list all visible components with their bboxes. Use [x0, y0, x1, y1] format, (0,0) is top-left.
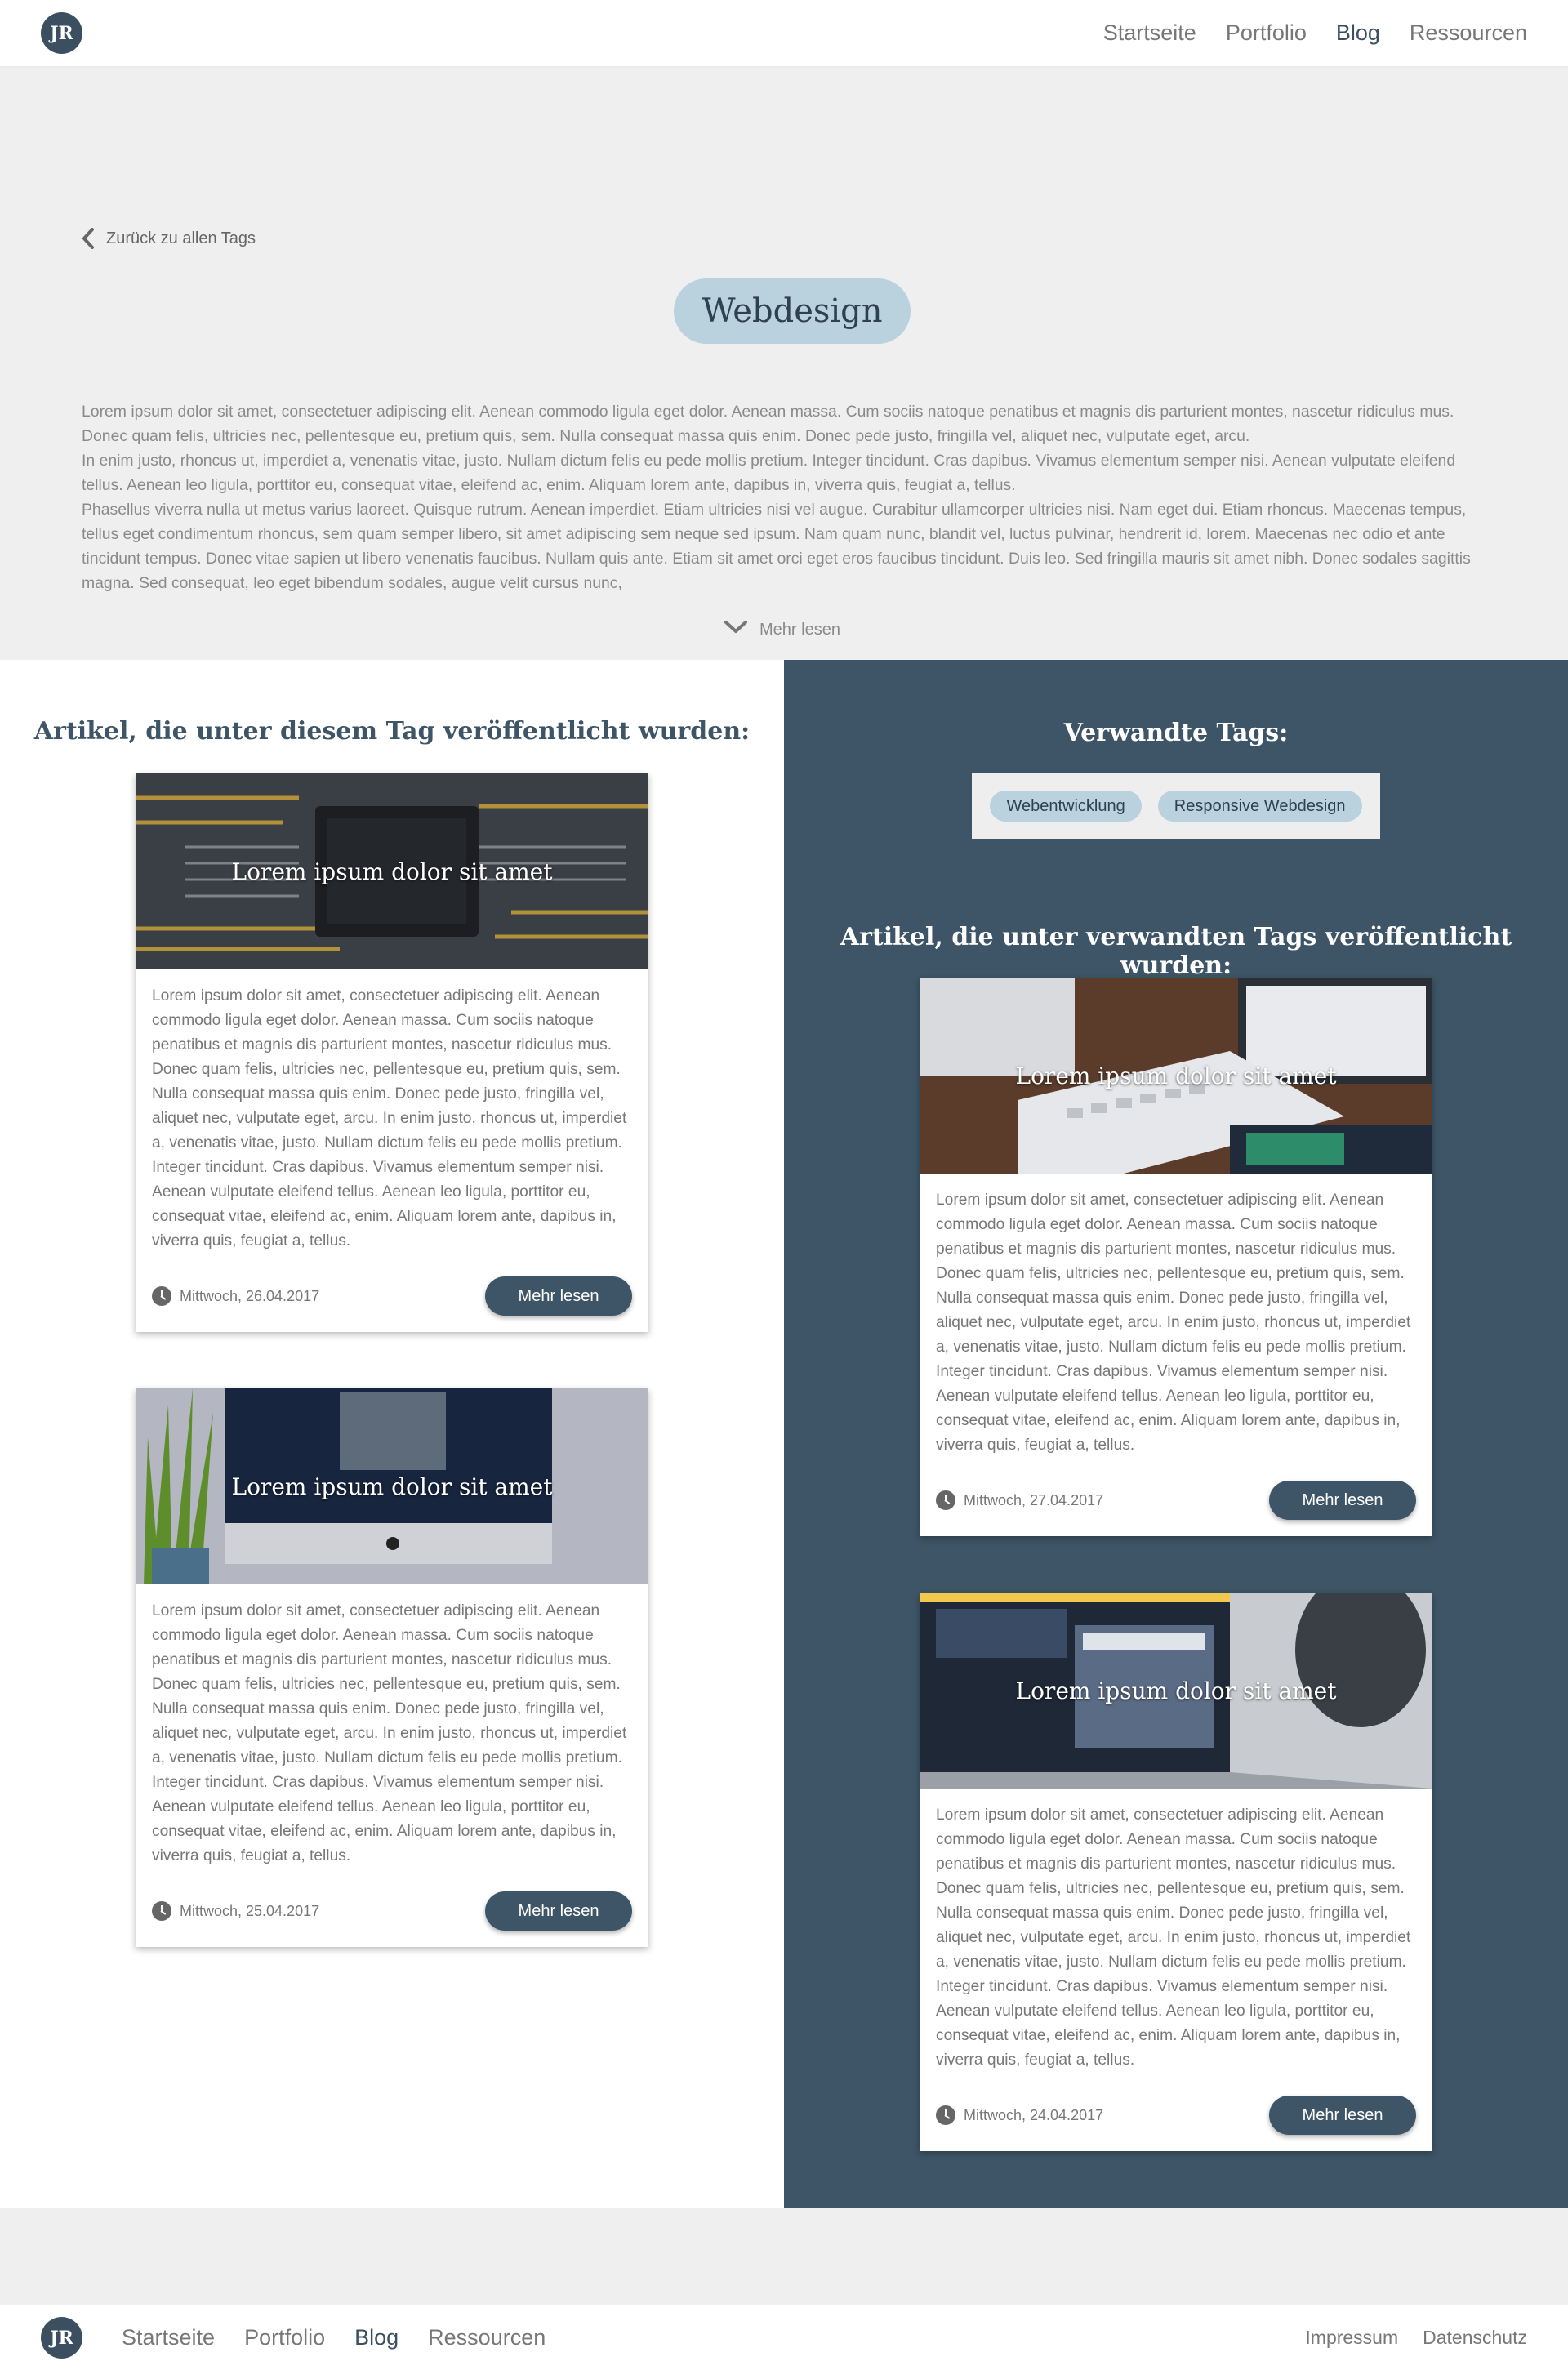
- article-date-text: Mittwoch, 24.04.2017: [964, 2106, 1104, 2123]
- nav-ressourcen[interactable]: Ressourcen: [1410, 20, 1527, 46]
- footer-nav-portfolio[interactable]: Portfolio: [244, 2325, 325, 2350]
- description-paragraph: In enim justo, rhoncus ut, imperdiet a, …: [82, 452, 1456, 494]
- article-date-text: Mittwoch, 27.04.2017: [964, 1491, 1104, 1508]
- tag-articles-heading: Artikel, die unter diesem Tag veröffentl…: [33, 717, 751, 746]
- tag-title: Webdesign: [674, 278, 911, 344]
- article-date-text: Mittwoch, 26.04.2017: [180, 1287, 320, 1304]
- related-tag-responsive-webdesign[interactable]: Responsive Webdesign: [1157, 791, 1362, 822]
- nav-blog[interactable]: Blog: [1336, 20, 1380, 46]
- description-paragraph: Phasellus viverra nulla ut metus varius …: [82, 501, 1471, 592]
- footer-nav-blog[interactable]: Blog: [354, 2325, 399, 2350]
- nav-portfolio[interactable]: Portfolio: [1226, 20, 1307, 46]
- related-articles-heading: Artikel, die unter verwandten Tags veröf…: [840, 923, 1512, 980]
- article-image: Lorem ipsum dolor sit amet: [136, 773, 648, 969]
- impressum-link[interactable]: Impressum: [1305, 2327, 1398, 2349]
- related-tags-box: Webentwicklung Responsive Webdesign: [972, 773, 1380, 839]
- chevron-down-icon: [724, 620, 748, 639]
- article-title: Lorem ipsum dolor sit amet: [231, 1472, 553, 1500]
- articles-columns: Artikel, die unter diesem Tag veröffentl…: [0, 660, 1568, 2208]
- tag-description: Lorem ipsum dolor sit amet, consectetuer…: [82, 399, 1486, 595]
- article-image: Lorem ipsum dolor sit amet: [920, 1593, 1432, 1789]
- article-footer: Mittwoch, 25.04.2017 Mehr lesen: [152, 1891, 632, 1931]
- article-card[interactable]: Lorem ipsum dolor sit amet Lorem ipsum d…: [920, 1593, 1432, 2151]
- related-tags-heading: Verwandte Tags:: [1063, 719, 1289, 747]
- site-footer: JR Startseite Portfolio Blog Ressourcen …: [0, 2305, 1568, 2370]
- footer-legal: Impressum Datenschutz: [1305, 2327, 1527, 2349]
- article-title: Lorem ipsum dolor sit amet: [1015, 1062, 1337, 1089]
- article-date: Mittwoch, 27.04.2017: [936, 1490, 1103, 1510]
- tag-intro: Zurück zu allen Tags Webdesign Lorem ips…: [0, 66, 1568, 660]
- article-excerpt: Lorem ipsum dolor sit amet, consectetuer…: [936, 1192, 1411, 1454]
- description-paragraph: Lorem ipsum dolor sit amet, consectetuer…: [82, 403, 1454, 445]
- article-date: Mittwoch, 25.04.2017: [152, 1901, 319, 1921]
- site-header: JR Startseite Portfolio Blog Ressourcen: [0, 0, 1568, 66]
- tag-articles-column: Artikel, die unter diesem Tag veröffentl…: [0, 660, 784, 2208]
- article-excerpt: Lorem ipsum dolor sit amet, consectetuer…: [152, 1602, 627, 1864]
- article-title: Lorem ipsum dolor sit amet: [231, 858, 553, 885]
- article-date-text: Mittwoch, 25.04.2017: [180, 1902, 320, 1919]
- clock-icon: [152, 1901, 172, 1921]
- clock-icon: [936, 2105, 956, 2125]
- article-image: Lorem ipsum dolor sit amet: [920, 978, 1432, 1174]
- read-more-label: Mehr lesen: [760, 620, 840, 639]
- read-more-button[interactable]: Mehr lesen: [1269, 1481, 1416, 1520]
- clock-icon: [152, 1286, 172, 1306]
- article-image: Lorem ipsum dolor sit amet: [136, 1388, 648, 1584]
- clock-icon: [936, 1490, 956, 1510]
- back-link-label: Zurück zu allen Tags: [106, 229, 256, 247]
- read-more-button[interactable]: Mehr lesen: [485, 1276, 632, 1316]
- footer-nav: Startseite Portfolio Blog Ressourcen: [122, 2325, 546, 2350]
- related-column: Verwandte Tags: Webentwicklung Responsiv…: [784, 660, 1568, 2208]
- datenschutz-link[interactable]: Datenschutz: [1423, 2327, 1527, 2349]
- read-more-button[interactable]: Mehr lesen: [1269, 2096, 1416, 2135]
- article-excerpt: Lorem ipsum dolor sit amet, consectetuer…: [936, 1806, 1411, 2069]
- back-to-tags-link[interactable]: Zurück zu allen Tags: [82, 228, 256, 249]
- article-footer: Mittwoch, 24.04.2017 Mehr lesen: [936, 2096, 1416, 2135]
- article-card[interactable]: Lorem ipsum dolor sit amet Lorem ipsum d…: [136, 1388, 648, 1947]
- main-nav: Startseite Portfolio Blog Ressourcen: [1103, 20, 1527, 46]
- nav-startseite[interactable]: Startseite: [1103, 20, 1196, 46]
- read-more-toggle[interactable]: Mehr lesen: [724, 620, 840, 639]
- article-footer: Mittwoch, 27.04.2017 Mehr lesen: [936, 1481, 1416, 1520]
- footer-nav-startseite[interactable]: Startseite: [122, 2325, 215, 2350]
- article-date: Mittwoch, 24.04.2017: [936, 2105, 1103, 2125]
- article-date: Mittwoch, 26.04.2017: [152, 1286, 319, 1306]
- logo[interactable]: JR: [41, 12, 82, 54]
- related-tag-webentwicklung[interactable]: Webentwicklung: [990, 791, 1142, 822]
- article-card[interactable]: Lorem ipsum dolor sit amet Lorem ipsum d…: [136, 773, 648, 1332]
- article-excerpt: Lorem ipsum dolor sit amet, consectetuer…: [152, 987, 627, 1250]
- footer-nav-ressourcen[interactable]: Ressourcen: [428, 2325, 546, 2350]
- chevron-left-icon: [82, 228, 95, 249]
- footer-logo[interactable]: JR: [41, 2317, 82, 2359]
- footer-left: JR Startseite Portfolio Blog Ressourcen: [41, 2317, 546, 2359]
- article-title: Lorem ipsum dolor sit amet: [1015, 1677, 1337, 1704]
- article-footer: Mittwoch, 26.04.2017 Mehr lesen: [152, 1276, 632, 1316]
- article-card[interactable]: Lorem ipsum dolor sit amet Lorem ipsum d…: [920, 978, 1432, 1536]
- read-more-button[interactable]: Mehr lesen: [485, 1891, 632, 1931]
